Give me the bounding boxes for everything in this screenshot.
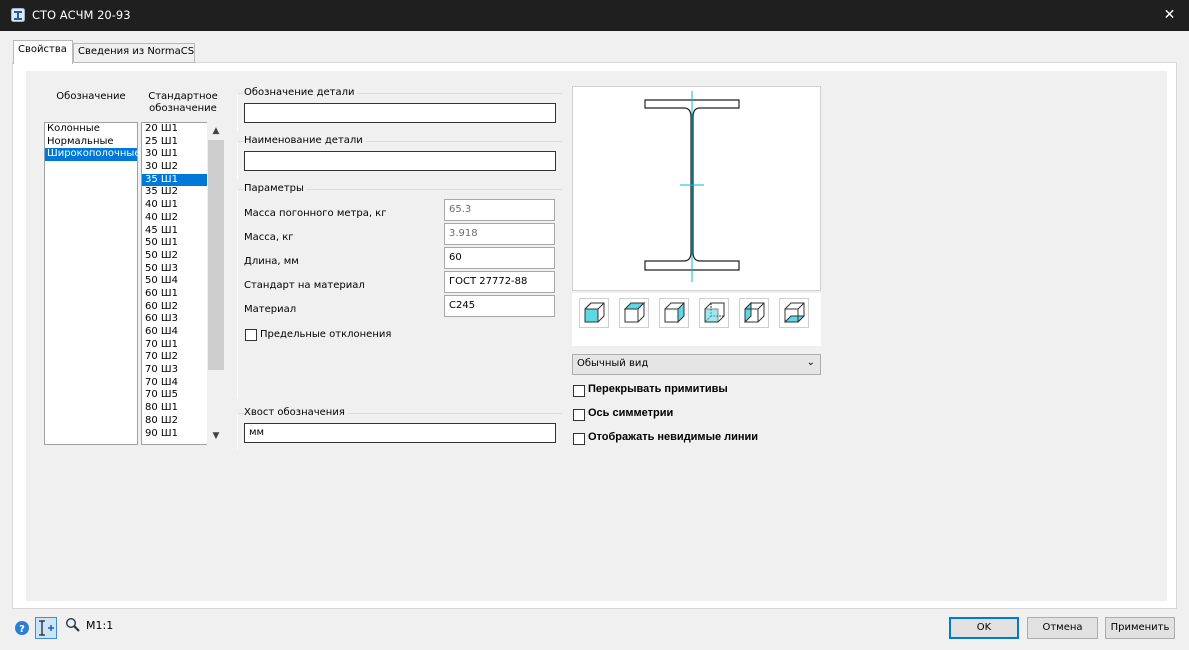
list-item[interactable]: 40 Ш2	[142, 212, 208, 225]
list-item[interactable]: 60 Ш2	[142, 301, 208, 314]
list-item[interactable]: 70 Ш2	[142, 351, 208, 364]
title-bar	[0, 0, 1189, 31]
tab-normacs[interactable]: Сведения из NormaCS	[73, 43, 195, 63]
view-left-icon[interactable]	[739, 298, 769, 328]
i-beam-drawing	[644, 91, 740, 282]
list-item[interactable]: 60 Ш1	[142, 288, 208, 301]
view-mode-value: Обычный вид	[577, 358, 649, 369]
mass-per-meter-field: 65.3	[444, 199, 555, 221]
list-item[interactable]: 70 Ш3	[142, 364, 208, 377]
scale-label: М1:1	[86, 619, 114, 632]
material-standard-label: Стандарт на материал	[244, 280, 365, 291]
list-item[interactable]: 30 Ш1	[142, 148, 208, 161]
snap-cursor-icon[interactable]	[35, 617, 57, 639]
type-list[interactable]: Колонные Нормальные Широкополочные	[44, 122, 140, 445]
list-item[interactable]: 70 Ш1	[142, 339, 208, 352]
zoom-icon[interactable]	[65, 617, 81, 633]
mass-field: 3.918	[444, 223, 555, 245]
tolerances-checkbox[interactable]	[245, 329, 257, 341]
tolerances-label: Предельные отклонения	[260, 329, 392, 340]
list-item[interactable]: 60 Ш4	[142, 326, 208, 339]
material-standard-field[interactable]: ГОСТ 27772-88	[444, 271, 555, 293]
overlap-label: Перекрывать примитивы	[588, 383, 728, 395]
profile-preview	[572, 86, 821, 291]
name-field[interactable]	[244, 151, 556, 171]
app-icon	[11, 8, 25, 22]
mass-per-meter-label: Масса погонного метра, кг	[244, 208, 387, 219]
material-field[interactable]: С245	[444, 295, 555, 317]
list-item[interactable]: 50 Ш1	[142, 237, 208, 250]
view-back-icon[interactable]	[699, 298, 729, 328]
designation-label: Обозначение детали	[244, 87, 358, 98]
list-item[interactable]: 50 Ш4	[142, 275, 208, 288]
close-button[interactable]: ✕	[1150, 0, 1189, 31]
overlap-checkbox[interactable]	[573, 385, 585, 397]
list-item[interactable]: 40 Ш1	[142, 199, 208, 212]
length-label: Длина, мм	[244, 256, 299, 267]
list-item[interactable]: Колонные	[45, 123, 137, 136]
hidden-lines-label: Отображать невидимые линии	[588, 431, 759, 443]
std-list-header-line2: обозначение	[149, 103, 217, 114]
list-item[interactable]: 60 Ш3	[142, 313, 208, 326]
hidden-lines-checkbox[interactable]	[573, 433, 585, 445]
type-list-header: Обозначение	[56, 91, 126, 102]
list-item-selected[interactable]: Широкополочные	[45, 148, 140, 162]
window-title: СТО АСЧМ 20-93	[32, 8, 131, 22]
list-item[interactable]: Нормальные	[45, 136, 137, 149]
std-list-header-line1: Стандартное	[148, 91, 218, 102]
scroll-up-icon[interactable]: ▲	[207, 124, 225, 138]
chevron-down-icon: ⌄	[806, 357, 815, 368]
tab-properties[interactable]: Свойства	[13, 40, 73, 64]
symmetry-checkbox[interactable]	[573, 409, 585, 421]
tail-label: Хвост обозначения	[244, 407, 348, 418]
apply-button[interactable]: Применить	[1105, 617, 1175, 639]
view-right-icon[interactable]	[659, 298, 689, 328]
list-item-selected[interactable]: 35 Ш1	[142, 173, 208, 187]
view-top-icon[interactable]	[619, 298, 649, 328]
symmetry-label: Ось симметрии	[588, 407, 674, 419]
list-item[interactable]: 80 Ш1	[142, 402, 208, 415]
designation-field[interactable]	[244, 103, 556, 123]
tail-field[interactable]: мм	[244, 423, 556, 443]
material-label: Материал	[244, 304, 297, 315]
list-item[interactable]: 80 Ш2	[142, 415, 208, 428]
view-mode-select[interactable]: Обычный вид ⌄	[572, 354, 821, 375]
cancel-button[interactable]: Отмена	[1027, 617, 1098, 639]
list-item[interactable]: 20 Ш1	[142, 123, 208, 136]
mass-label: Масса, кг	[244, 232, 294, 243]
ok-button[interactable]: OK	[949, 617, 1019, 639]
list-item[interactable]: 50 Ш3	[142, 263, 208, 276]
list-item[interactable]: 25 Ш1	[142, 136, 208, 149]
scroll-thumb[interactable]	[208, 140, 224, 370]
svg-text:?: ?	[19, 624, 25, 635]
params-label: Параметры	[244, 183, 307, 194]
list-item[interactable]: 30 Ш2	[142, 161, 208, 174]
scroll-down-icon[interactable]: ▼	[207, 429, 225, 443]
list-item[interactable]: 90 Ш1	[142, 428, 208, 441]
help-icon[interactable]: ?	[14, 620, 30, 636]
list-item[interactable]: 70 Ш4	[142, 377, 208, 390]
list-item[interactable]: 35 Ш2	[142, 186, 208, 199]
name-label: Наименование детали	[244, 135, 366, 146]
view-bottom-icon[interactable]	[779, 298, 809, 328]
list-item[interactable]: 50 Ш2	[142, 250, 208, 263]
list-item[interactable]: 45 Ш1	[142, 225, 208, 238]
length-field[interactable]: 60	[444, 247, 555, 269]
view-front-left-icon[interactable]	[579, 298, 609, 328]
list-item[interactable]: 70 Ш5	[142, 389, 208, 402]
